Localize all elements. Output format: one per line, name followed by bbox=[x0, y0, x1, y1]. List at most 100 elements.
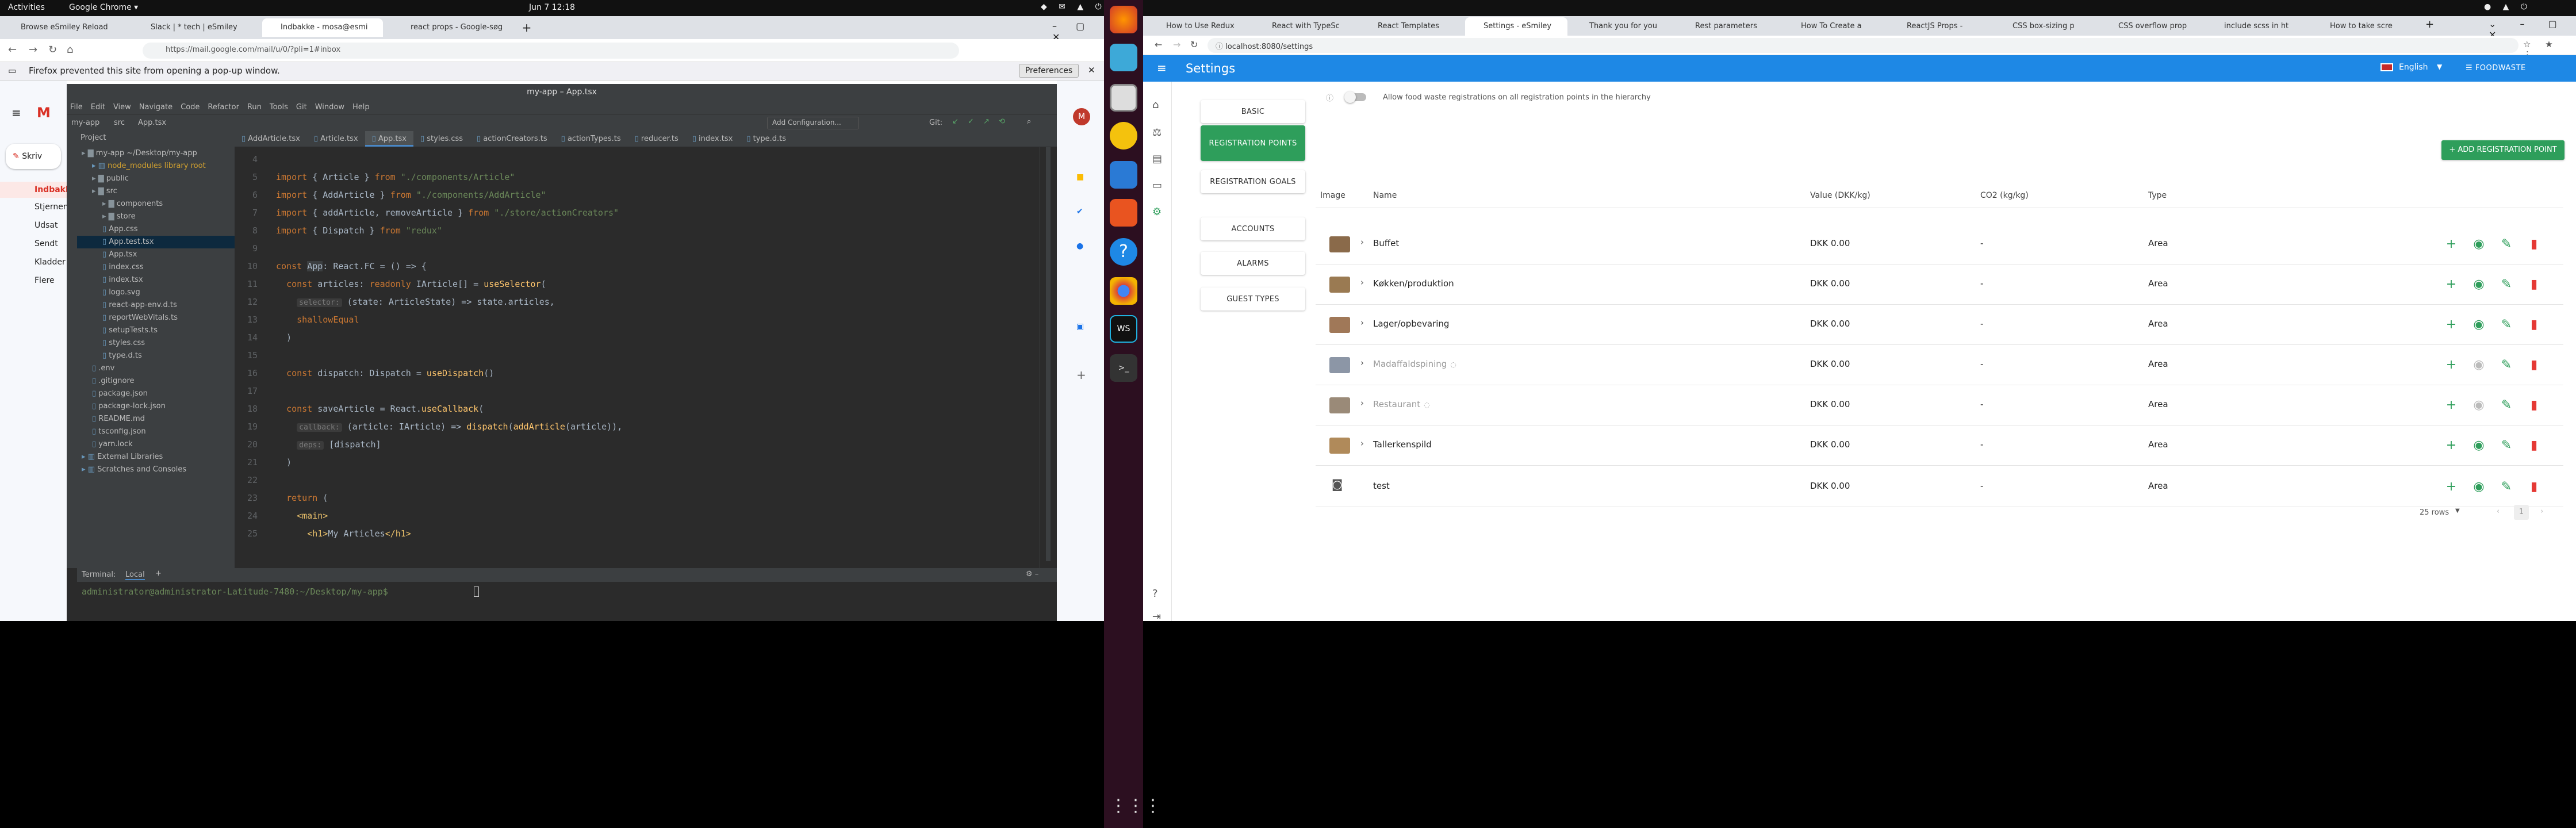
add-child-icon[interactable]: + bbox=[2444, 317, 2459, 332]
visibility-icon[interactable]: ◉ bbox=[2471, 277, 2486, 292]
chevron-down-icon[interactable]: ▼ bbox=[2455, 508, 2460, 514]
delete-icon[interactable]: ▮ bbox=[2527, 480, 2542, 494]
brand-menu[interactable]: ☰ FOODWASTE bbox=[2466, 60, 2563, 77]
expand-chevron-icon[interactable]: › bbox=[1360, 277, 1364, 288]
settings-tab-guest-types[interactable]: GUEST TYPES bbox=[1201, 288, 1305, 310]
visibility-icon[interactable]: ◉ bbox=[2471, 438, 2486, 453]
tree-item[interactable]: ▯ .env bbox=[77, 362, 235, 375]
back-icon[interactable]: ← bbox=[1155, 39, 1162, 50]
tree-item[interactable]: ▯ tsconfig.json bbox=[77, 425, 235, 438]
settings-tab-registration-goals[interactable]: REGISTRATION GOALS bbox=[1201, 170, 1305, 193]
tree-item[interactable]: ▸ ▇ public bbox=[77, 172, 235, 185]
col-type[interactable]: Type bbox=[2148, 191, 2167, 200]
tree-item[interactable]: ▸ ▥ External Libraries bbox=[77, 451, 235, 463]
forward-icon[interactable]: → bbox=[29, 44, 37, 56]
add-child-icon[interactable]: + bbox=[2444, 480, 2459, 494]
expand-chevron-icon[interactable]: › bbox=[1360, 398, 1364, 408]
tasks-icon[interactable]: ✔ bbox=[1076, 207, 1083, 216]
browser-tab[interactable]: include scss in ht bbox=[2206, 17, 2308, 36]
table-row[interactable]: › Køkken/produktion DKK 0.00 - Area + ◉ ✎ ▮ bbox=[1316, 264, 2563, 305]
tree-item[interactable]: ▯ README.md bbox=[77, 413, 235, 425]
menu-run[interactable]: Run bbox=[247, 103, 262, 112]
show-apps-icon[interactable]: ⋮⋮⋮ bbox=[1110, 792, 1162, 820]
tree-item[interactable]: ▯ styles.css bbox=[77, 337, 235, 350]
browser-tab[interactable]: React with TypeSc bbox=[1254, 17, 1356, 36]
tree-item[interactable]: ▯ package-lock.json bbox=[77, 400, 235, 413]
browser-tab[interactable]: CSS overflow prop bbox=[2100, 17, 2202, 36]
tree-item[interactable]: ▯ yarn.lock bbox=[77, 438, 235, 451]
tree-item[interactable]: ▯ index.tsx bbox=[77, 274, 235, 286]
back-icon[interactable]: ← bbox=[8, 44, 17, 56]
add-addon-icon[interactable]: + bbox=[1076, 368, 1086, 382]
new-tab-icon[interactable]: + bbox=[520, 21, 534, 34]
edit-icon[interactable]: ✎ bbox=[2499, 237, 2514, 252]
add-child-icon[interactable]: + bbox=[2444, 237, 2459, 252]
tab-slack[interactable]: Slack | * tech | eSmiley bbox=[132, 18, 253, 37]
thunderbird-icon[interactable] bbox=[1110, 44, 1137, 71]
tree-item[interactable]: ▯ setupTests.ts bbox=[77, 324, 235, 337]
activities-button[interactable]: Activities bbox=[8, 3, 45, 12]
editor-tab[interactable]: ▯ Article.tsx bbox=[307, 131, 365, 147]
browser-tab[interactable]: React Templates bbox=[1359, 17, 1462, 36]
menu-window[interactable]: Window bbox=[315, 103, 344, 112]
browser-tab[interactable]: How to take scre bbox=[2312, 17, 2414, 36]
right-address-bar[interactable]: ⓘ localhost:8080/settings bbox=[1208, 38, 2518, 53]
add-child-icon[interactable]: + bbox=[2444, 438, 2459, 453]
menu-view[interactable]: View bbox=[113, 103, 131, 112]
new-terminal-icon[interactable]: + bbox=[155, 569, 162, 578]
language-select[interactable]: English bbox=[2399, 63, 2428, 72]
document-icon[interactable]: ▭ bbox=[1152, 179, 1162, 191]
delete-icon[interactable]: ▮ bbox=[2527, 398, 2542, 413]
breadcrumb-src[interactable]: src bbox=[114, 118, 125, 127]
delete-icon[interactable]: ▮ bbox=[2527, 317, 2542, 332]
table-row[interactable]: › Lager/opbevaring DKK 0.00 - Area + ◉ ✎ ▮ bbox=[1316, 305, 2563, 345]
chevron-down-icon[interactable]: ▼ bbox=[2437, 63, 2442, 71]
tab-react-props[interactable]: react props - Google-søg bbox=[392, 18, 513, 37]
tree-item[interactable]: ▸ ▇ components bbox=[77, 198, 235, 210]
visibility-off-icon[interactable]: ◉ bbox=[2471, 358, 2486, 373]
reload-icon[interactable]: ↻ bbox=[48, 44, 57, 56]
edit-icon[interactable]: ✎ bbox=[2499, 438, 2514, 453]
editor-tab[interactable]: ▯ AddArticle.tsx bbox=[235, 131, 307, 147]
breadcrumb-file[interactable]: App.tsx bbox=[138, 118, 166, 127]
browser-tab[interactable]: ReactJS Props - bbox=[1888, 17, 1991, 36]
edit-icon[interactable]: ✎ bbox=[2499, 480, 2514, 494]
settings-tab-alarms[interactable]: ALARMS bbox=[1201, 252, 1305, 275]
software-icon[interactable] bbox=[1110, 199, 1137, 227]
add-child-icon[interactable]: + bbox=[2444, 277, 2459, 292]
table-row[interactable]: › Restaurant ◌ DKK 0.00 - Area + ◉ ✎ ▮ bbox=[1316, 385, 2563, 425]
webstorm-icon[interactable]: WS bbox=[1110, 315, 1137, 343]
editor-tab[interactable]: ▯ reducer.ts bbox=[628, 131, 685, 147]
reload-icon[interactable]: ↻ bbox=[1190, 39, 1198, 50]
terminal-tab-local[interactable]: Local bbox=[125, 570, 145, 580]
menu-help[interactable]: Help bbox=[352, 103, 370, 112]
table-row[interactable]: › Buffet DKK 0.00 - Area + ◉ ✎ ▮ bbox=[1316, 224, 2563, 264]
editor-tab[interactable]: ▯ type.d.ts bbox=[739, 131, 793, 147]
chrome-icon[interactable] bbox=[1110, 277, 1137, 305]
menu-file[interactable]: File bbox=[70, 103, 83, 112]
delete-icon[interactable]: ▮ bbox=[2527, 237, 2542, 252]
folder-sent[interactable]: Sendt bbox=[34, 239, 58, 248]
terminal-icon[interactable]: >_ bbox=[1110, 354, 1137, 382]
folder-inbox[interactable]: Indbakke bbox=[0, 182, 76, 198]
expand-chevron-icon[interactable]: › bbox=[1360, 237, 1364, 247]
settings-tab-registration-points[interactable]: REGISTRATION POINTS bbox=[1201, 125, 1305, 161]
expand-chevron-icon[interactable]: › bbox=[1360, 438, 1364, 448]
delete-icon[interactable]: ▮ bbox=[2527, 277, 2542, 292]
menu-navigate[interactable]: Navigate bbox=[139, 103, 172, 112]
terminal-settings-icon[interactable]: ⚙ – bbox=[1026, 570, 1038, 578]
tree-item[interactable]: ▸ ▇ src bbox=[77, 185, 235, 198]
files-icon[interactable] bbox=[1110, 84, 1137, 112]
run-config-select[interactable]: Add Configuration... bbox=[767, 117, 859, 129]
firefox-icon[interactable] bbox=[1110, 6, 1137, 33]
menu-git[interactable]: Git bbox=[296, 103, 307, 112]
menu-edit[interactable]: Edit bbox=[91, 103, 105, 112]
col-co2[interactable]: CO2 (kg/kg) bbox=[1980, 191, 2029, 200]
table-row[interactable]: ◙ test DKK 0.00 - Area + ◉ ✎ ▮ bbox=[1316, 467, 2563, 507]
browser-tab[interactable]: Thank you for you bbox=[1571, 17, 1673, 36]
next-page-icon[interactable]: › bbox=[2540, 507, 2543, 516]
add-child-icon[interactable]: + bbox=[2444, 358, 2459, 373]
git-action-icons[interactable]: ↙ ✓ ↗ ⟲ bbox=[952, 117, 1009, 126]
browser-tab[interactable]: Settings - eSmiley bbox=[1465, 17, 1567, 36]
add-registration-point-button[interactable]: + ADD REGISTRATION POINT bbox=[2441, 140, 2564, 160]
